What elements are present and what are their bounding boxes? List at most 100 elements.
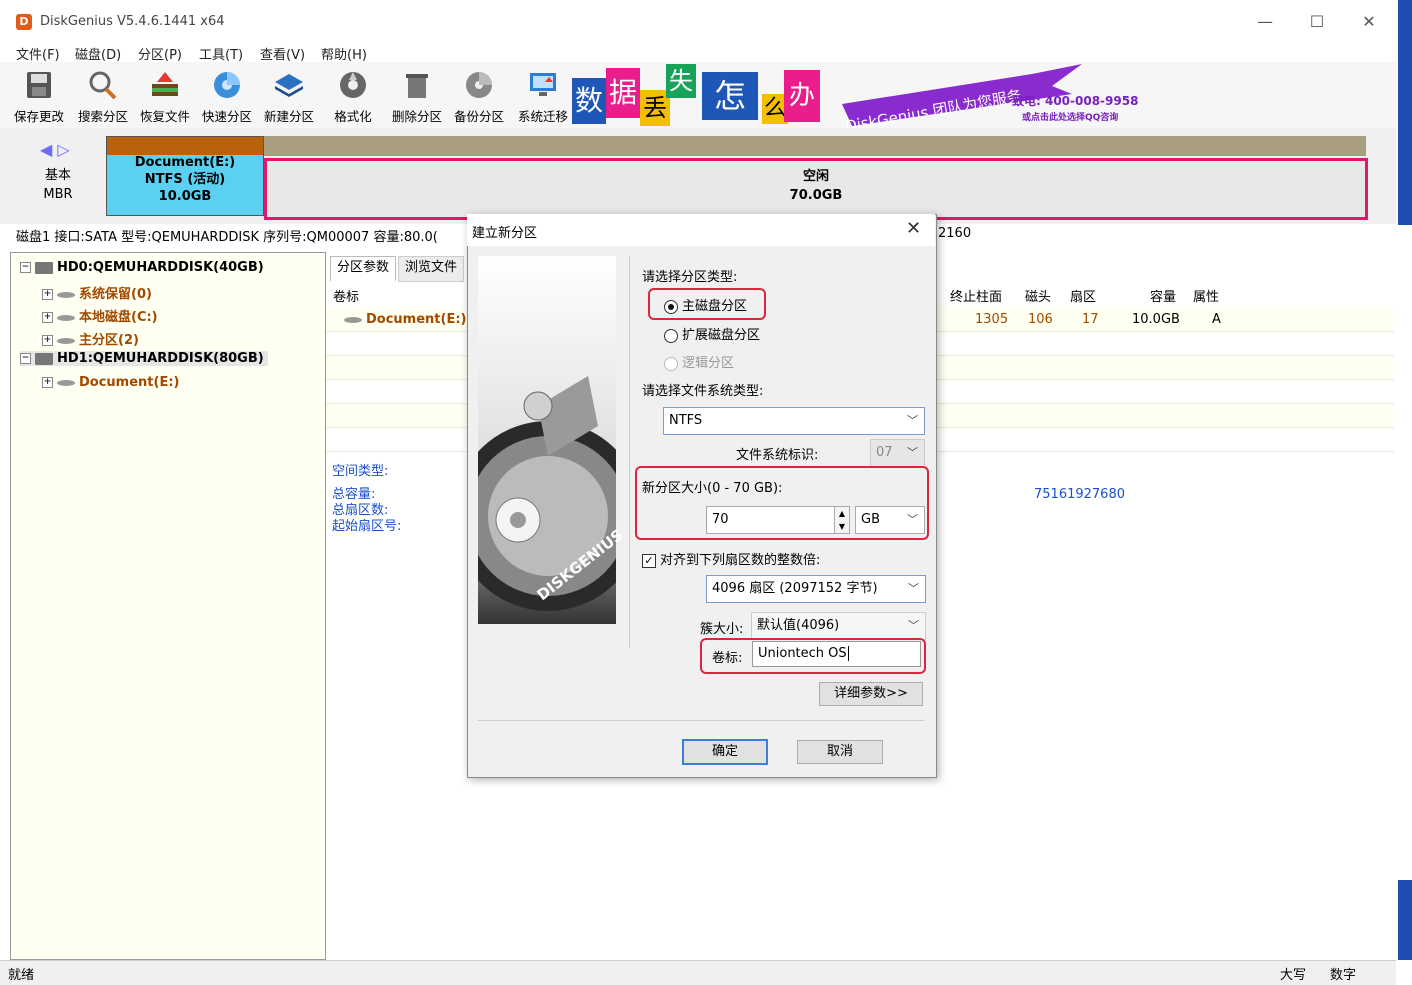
checkbox-checked-icon[interactable]: ✓ — [642, 553, 656, 568]
minimize-button[interactable]: — — [1242, 8, 1288, 36]
disk-nav-arrows[interactable]: ◀ ▷ — [40, 140, 70, 159]
recover-files-button[interactable]: 恢复文件 — [134, 66, 196, 126]
status-bar — [0, 960, 1396, 985]
ok-button[interactable]: 确定 — [682, 739, 768, 765]
col-head: 磁头 — [1025, 290, 1052, 305]
menu-disk[interactable]: 磁盘(D) — [75, 44, 121, 63]
monitor-icon — [530, 73, 556, 96]
cell-head: 106 — [1028, 312, 1053, 327]
close-button[interactable]: ✕ — [1346, 8, 1392, 36]
fs-type-label: 请选择文件系统类型: — [642, 384, 764, 399]
backup-partition-button[interactable]: 备份分区 — [448, 66, 510, 126]
trash-icon — [406, 74, 428, 98]
size-input[interactable]: 70 — [706, 506, 835, 534]
tree-item-local-disk-c[interactable]: + 本地磁盘(C:) — [42, 306, 158, 325]
size-label: 新分区大小(0 - 70 GB): — [642, 481, 783, 496]
cluster-size-select[interactable]: 默认值(4096) ﹀ — [751, 612, 926, 640]
backup-icon — [466, 72, 492, 98]
spin-down-icon[interactable]: ▼ — [835, 520, 849, 533]
menu-help[interactable]: 帮助(H) — [321, 44, 367, 63]
radio-selected-icon[interactable] — [664, 299, 678, 314]
tree-item-hd1[interactable]: − HD1:QEMUHARDDISK(80GB) — [20, 351, 268, 366]
menu-file[interactable]: 文件(F) — [16, 44, 60, 63]
system-migrate-button[interactable]: 系统迁移 — [512, 66, 574, 126]
new-partition-button[interactable]: 新建分区 — [258, 66, 320, 126]
expand-icon[interactable]: + — [42, 312, 53, 323]
volume-label-input[interactable]: Uniontech OS — [752, 641, 921, 667]
tree-item-hd0[interactable]: − HD0:QEMUHARDDISK(40GB) — [20, 260, 264, 275]
collapse-icon[interactable]: − — [20, 262, 31, 273]
size-spinner[interactable]: ▲ ▼ — [834, 506, 850, 534]
cell-attr: A — [1212, 312, 1221, 327]
dialog-divider — [629, 256, 630, 648]
expand-icon[interactable]: + — [42, 335, 53, 346]
menu-partition[interactable]: 分区(P) — [138, 44, 182, 63]
chevron-down-icon: ﹀ — [907, 446, 918, 459]
fs-id-label: 文件系统标识: — [736, 448, 819, 463]
disk-type-label: 基本 MBR — [43, 168, 73, 202]
cell-sector: 17 — [1082, 312, 1099, 327]
partition-icon — [57, 314, 75, 321]
quick-partition-icon — [214, 72, 240, 98]
align-select[interactable]: 4096 扇区 (2097152 字节) ﹀ — [706, 575, 926, 603]
menu-view[interactable]: 查看(V) — [260, 44, 305, 63]
collapse-icon[interactable]: − — [20, 353, 31, 364]
layers-icon — [275, 74, 303, 97]
partition-icon — [57, 291, 75, 298]
magnifier-icon — [89, 71, 117, 100]
col-attr: 属性 — [1193, 290, 1220, 305]
recover-icon — [152, 72, 178, 96]
partition-icon — [57, 337, 75, 344]
expand-icon[interactable]: + — [42, 377, 53, 388]
radio-extended[interactable]: 扩展磁盘分区 — [664, 324, 760, 343]
disk-info-line: 磁盘1 接口:SATA 型号:QEMUHARDDISK 序列号:QM00007 … — [16, 230, 438, 245]
tree-item-document-e[interactable]: + Document(E:) — [42, 375, 179, 390]
partition-block-e[interactable]: Document(E:) NTFS (活动) 10.0GB — [106, 136, 264, 216]
dialog-title-bar — [467, 214, 935, 246]
radio-logical: 逻辑分区 — [664, 352, 734, 371]
floppy-icon — [27, 72, 51, 98]
banner-char: 办 — [784, 70, 820, 122]
dialog-close-button[interactable]: ✕ — [906, 218, 921, 239]
chevron-down-icon: ﹀ — [907, 414, 918, 427]
quick-partition-button[interactable]: 快速分区 — [196, 66, 258, 126]
chevron-down-icon: ﹀ — [908, 619, 919, 632]
fs-id-select: 07 ﹀ — [870, 439, 925, 467]
partition-type-label: 请选择分区类型: — [642, 270, 738, 285]
tab-browse-files[interactable]: 浏览文件 — [398, 256, 465, 282]
chevron-down-icon: ﹀ — [907, 513, 918, 526]
align-checkbox[interactable]: ✓ 对齐到下列扇区数的整数倍: — [642, 549, 820, 568]
format-button[interactable]: 格式化 — [322, 66, 384, 126]
chevron-down-icon: ﹀ — [908, 582, 919, 595]
size-unit-select[interactable]: GB ﹀ — [855, 506, 925, 534]
partition-icon — [57, 379, 75, 386]
volume-label-caption: 卷标: — [712, 651, 743, 666]
search-partition-button[interactable]: 搜索分区 — [72, 66, 134, 126]
expand-icon[interactable]: + — [42, 289, 53, 300]
spin-up-icon[interactable]: ▲ — [835, 507, 849, 520]
detail-labels: 总容量: 总扇区数: 起始扇区号: — [332, 487, 402, 534]
details-button[interactable]: 详细参数>> — [819, 682, 923, 706]
free-space-block[interactable]: 空闲 70.0GB — [264, 158, 1368, 220]
banner-qq: 或点击此处选择QQ咨询 — [1022, 113, 1119, 123]
radio-primary[interactable]: 主磁盘分区 — [664, 295, 747, 314]
save-changes-button[interactable]: 保存更改 — [8, 66, 70, 126]
ad-banner[interactable]: 数 据 丢 失 怎 么 办 DiskGenius 团队为您服务 致电: 400-… — [572, 64, 1152, 135]
tab-partition-params[interactable]: 分区参数 — [330, 256, 397, 281]
banner-char: 怎 — [702, 72, 758, 120]
banner-char: 失 — [666, 64, 696, 98]
disk-info-tail: 2160 — [938, 226, 972, 241]
radio-icon[interactable] — [664, 328, 678, 343]
cell-end-cylinder: 1305 — [975, 312, 1009, 327]
cell-volume: Document(E:) — [344, 312, 466, 327]
disk-icon — [35, 352, 53, 365]
tree-item-primary-2[interactable]: + 主分区(2) — [42, 329, 139, 348]
delete-partition-button[interactable]: 删除分区 — [386, 66, 448, 126]
right-edge-accent — [1398, 0, 1412, 225]
tree-item-system-reserved[interactable]: + 系统保留(0) — [42, 283, 152, 302]
fs-type-select[interactable]: NTFS ﹀ — [663, 407, 925, 435]
menu-tools[interactable]: 工具(T) — [199, 44, 243, 63]
cancel-button[interactable]: 取消 — [797, 740, 883, 764]
status-ready: 就绪 — [8, 968, 35, 983]
maximize-button[interactable]: ☐ — [1294, 8, 1340, 36]
